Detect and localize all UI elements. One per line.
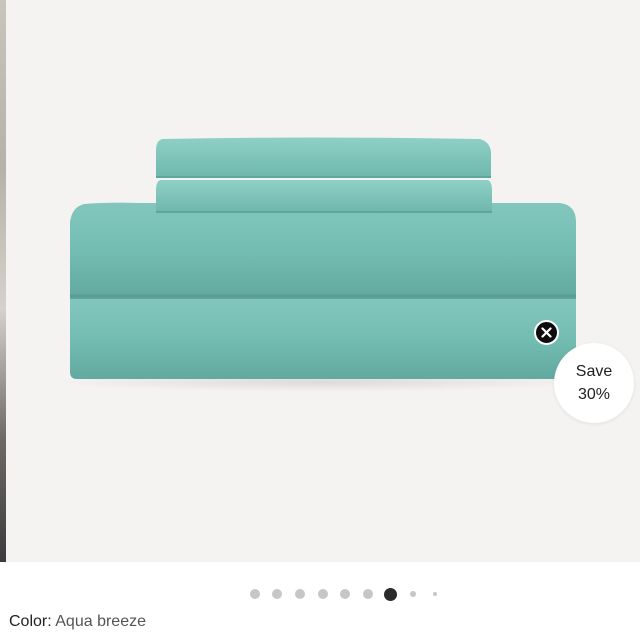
carousel-dot[interactable] — [363, 589, 373, 599]
product-image-carousel[interactable]: Save 30% — [0, 0, 640, 562]
carousel-dot[interactable] — [295, 589, 305, 599]
color-value: Aqua breeze — [55, 613, 146, 630]
close-icon — [541, 327, 552, 338]
carousel-dot-active[interactable] — [384, 587, 397, 601]
carousel-dot[interactable] — [340, 589, 350, 599]
color-selection: Color: Aqua breeze — [9, 613, 146, 631]
discount-badge-value: 30% — [577, 386, 611, 403]
carousel-dot[interactable] — [250, 589, 260, 599]
carousel-dot[interactable] — [410, 591, 416, 597]
carousel-pagination — [0, 587, 640, 601]
discount-badge: Save 30% — [554, 343, 634, 423]
carousel-dot[interactable] — [272, 589, 282, 599]
carousel-dot[interactable] — [318, 589, 328, 599]
color-label: Color: — [9, 613, 52, 630]
discount-badge-label: Save — [575, 363, 613, 380]
close-button[interactable] — [534, 320, 559, 345]
carousel-dot[interactable] — [433, 592, 437, 596]
product-image — [52, 137, 592, 392]
